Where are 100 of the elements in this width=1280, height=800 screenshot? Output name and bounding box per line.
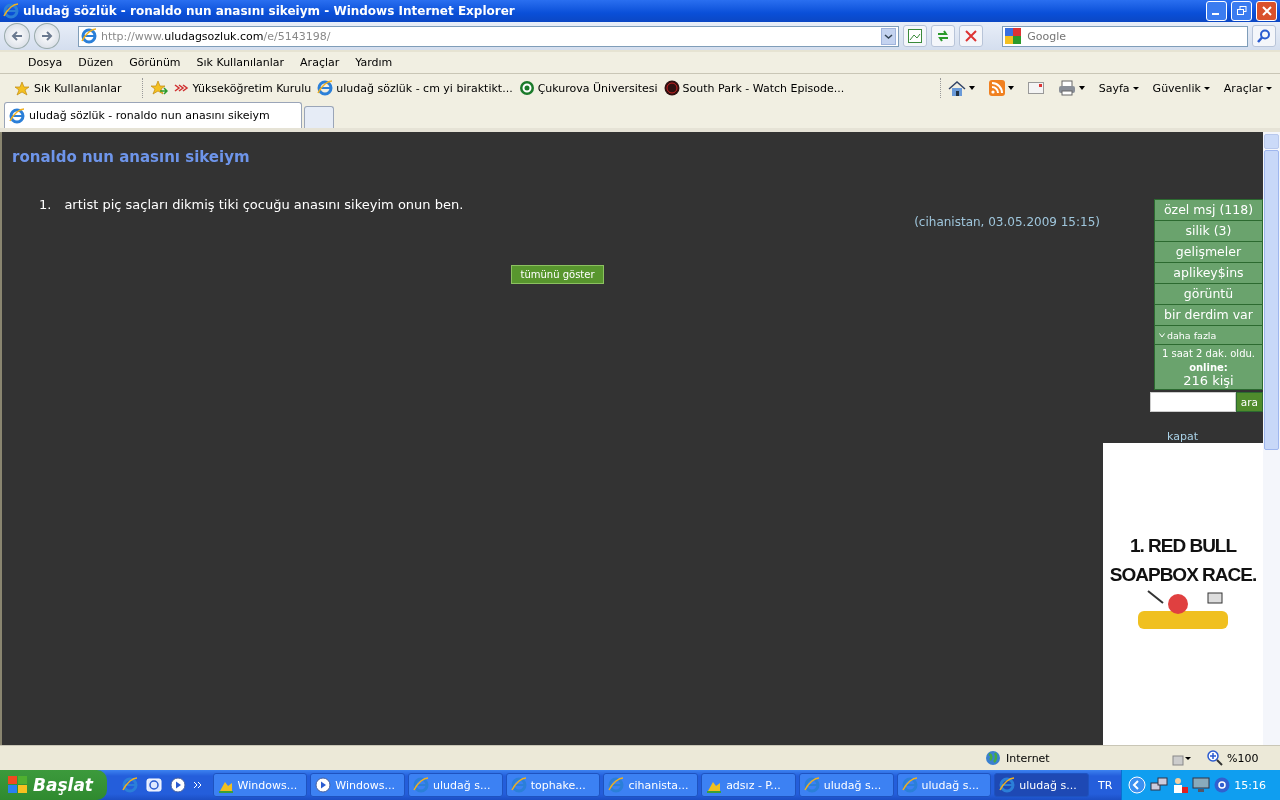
favorite-link[interactable]: Çukurova Üniversitesi bbox=[518, 80, 658, 96]
circle-logo-icon bbox=[518, 80, 535, 96]
online-count: 216 kişi bbox=[1182, 373, 1235, 389]
address-field[interactable]: http://www.uludagsozluk.com/e/5143198/ bbox=[77, 25, 900, 47]
search-button[interactable] bbox=[1252, 25, 1276, 47]
compatibility-button[interactable] bbox=[903, 25, 928, 47]
menu-item[interactable]: Sık Kullanılanlar bbox=[188, 56, 293, 69]
google-logo-icon bbox=[1005, 28, 1022, 44]
user-icon[interactable] bbox=[1172, 777, 1189, 793]
taskbar-button[interactable]: Windows... bbox=[310, 773, 405, 797]
show-all-button[interactable]: tümünü göster bbox=[511, 265, 604, 284]
menu-item[interactable]: Araçlar bbox=[292, 56, 348, 69]
star-icon bbox=[14, 80, 30, 96]
envelope-icon[interactable] bbox=[1027, 82, 1044, 94]
back-button[interactable] bbox=[4, 23, 30, 49]
page-icon bbox=[9, 107, 25, 124]
search-button[interactable]: ara bbox=[1235, 392, 1263, 412]
taskbar-button[interactable]: uludağ s... bbox=[408, 773, 503, 797]
stop-icon bbox=[965, 30, 978, 42]
play-disc-icon[interactable] bbox=[169, 777, 186, 793]
ad-banner[interactable]: 1. RED BULL SOAPBOX RACE. bbox=[1103, 443, 1263, 745]
browser-tab[interactable]: uludağ sözlük - ronaldo nun anasını sikeiym bbox=[4, 102, 302, 128]
network-icon[interactable] bbox=[1150, 777, 1169, 793]
favorite-link[interactable]: South Park - Watch Episode... bbox=[663, 80, 845, 96]
search-field[interactable]: Google bbox=[1002, 25, 1249, 47]
menu-item[interactable]: Görünüm bbox=[121, 56, 189, 69]
ie-logo-icon bbox=[803, 777, 820, 793]
close-link[interactable]: kapat bbox=[1167, 430, 1198, 443]
uptime-text: 1 saat 2 dak. oldu. bbox=[1160, 347, 1256, 361]
ad-text: 1. RED BULL bbox=[1129, 534, 1237, 558]
url-text: http://www.uludagsozluk.com/e/5143198/ bbox=[100, 29, 331, 43]
stop-button[interactable] bbox=[959, 25, 984, 47]
clock: 15:16 bbox=[1234, 778, 1266, 792]
back-arrow-icon bbox=[11, 31, 23, 41]
entry-number: 1. bbox=[39, 197, 52, 212]
menu-item[interactable]: Düzen bbox=[70, 56, 122, 69]
zone-text: Internet bbox=[1006, 751, 1050, 765]
ad-text: SOAPBOX RACE. bbox=[1109, 563, 1257, 587]
monitor-icon[interactable] bbox=[1192, 777, 1211, 793]
play-disc-icon bbox=[315, 777, 332, 793]
add-favorite-icon[interactable] bbox=[149, 80, 168, 96]
start-button[interactable]: Başlat bbox=[0, 770, 107, 800]
close-button[interactable] bbox=[1256, 1, 1277, 21]
entry-byline: (cihanistan, 03.05.2009 15:15) bbox=[914, 215, 1100, 229]
chevron-left-icon[interactable] bbox=[1128, 776, 1147, 794]
picture-icon bbox=[908, 29, 923, 43]
ie-logo-icon bbox=[413, 777, 429, 793]
zoom-icon bbox=[1207, 750, 1223, 766]
dropdown-button[interactable] bbox=[881, 27, 897, 45]
command-menu[interactable]: Araçlar bbox=[1223, 81, 1272, 95]
menu-item[interactable]: Dosya bbox=[20, 56, 71, 69]
ie-logo-icon bbox=[999, 777, 1016, 793]
circle-logo-icon bbox=[663, 80, 680, 96]
zoom-control[interactable]: %100 bbox=[1207, 750, 1259, 766]
ie-logo-icon bbox=[3, 3, 19, 19]
ie-logo-icon bbox=[901, 777, 918, 793]
restore-icon bbox=[1236, 6, 1247, 16]
home-icon[interactable] bbox=[947, 79, 966, 97]
language-indicator[interactable]: TR bbox=[1097, 778, 1113, 792]
caret-icon[interactable] bbox=[968, 86, 975, 90]
caret-icon[interactable] bbox=[1007, 86, 1014, 90]
menu-item[interactable]: Yardım bbox=[347, 56, 401, 69]
entry-text: artist piç saçları dikmiş tiki çocuğu anasını sikeyim onun ben. bbox=[64, 197, 464, 212]
search-field[interactable] bbox=[1149, 392, 1236, 412]
taskbar-button[interactable]: uludağ s... bbox=[798, 773, 894, 797]
taskbar-button[interactable]: cihanista... bbox=[603, 773, 699, 797]
restore-button[interactable] bbox=[1231, 1, 1252, 21]
taskbar-button[interactable]: tophake... bbox=[505, 773, 601, 797]
page-icon bbox=[80, 28, 97, 44]
ie-logo-icon[interactable] bbox=[121, 777, 138, 793]
refresh-button[interactable] bbox=[931, 25, 956, 47]
globe-icon bbox=[985, 750, 1001, 766]
refresh-icon bbox=[936, 29, 951, 43]
page-icon bbox=[317, 80, 334, 96]
favorite-link[interactable]: Yükseköğretim Kurulu bbox=[173, 81, 312, 95]
minimize-button[interactable] bbox=[1206, 1, 1227, 21]
command-menu[interactable]: Sayfa bbox=[1098, 81, 1139, 95]
chevron-logo-icon bbox=[173, 82, 190, 94]
ie-logo-icon bbox=[608, 777, 625, 793]
scrollbar[interactable] bbox=[1263, 132, 1280, 745]
windows-logo-icon bbox=[8, 776, 28, 794]
chevron-down-icon bbox=[1159, 332, 1165, 338]
close-icon bbox=[1261, 6, 1272, 16]
page-heading: ronaldo nun anasını sikeiym bbox=[12, 148, 251, 166]
favorite-link[interactable]: uludağ sözlük - cm yi biraktikt... bbox=[317, 80, 513, 96]
online-label: online: bbox=[1188, 362, 1229, 373]
taskbar-button[interactable]: Windows... bbox=[212, 773, 308, 797]
taskbar-button[interactable]: uludağ s... bbox=[994, 773, 1089, 797]
printer-icon[interactable] bbox=[1057, 80, 1076, 96]
forward-arrow-icon bbox=[40, 31, 53, 41]
ie-logo-icon bbox=[510, 777, 527, 793]
search-icon bbox=[1257, 29, 1271, 43]
command-menu[interactable]: Güvenlik bbox=[1152, 81, 1210, 95]
taskbar-button[interactable]: uludağ s... bbox=[896, 773, 992, 797]
caret-icon[interactable] bbox=[1078, 86, 1085, 90]
favorites-button[interactable]: Sık Kullanılanlar bbox=[14, 80, 122, 96]
double-chevron-icon[interactable] bbox=[193, 781, 202, 789]
window-title: uludağ sözlük - ronaldo nun anasını sikeiym - Windows Internet Explorer bbox=[23, 4, 516, 18]
taskbar-button[interactable]: adsız - P... bbox=[701, 773, 796, 797]
forward-button[interactable] bbox=[34, 23, 60, 49]
